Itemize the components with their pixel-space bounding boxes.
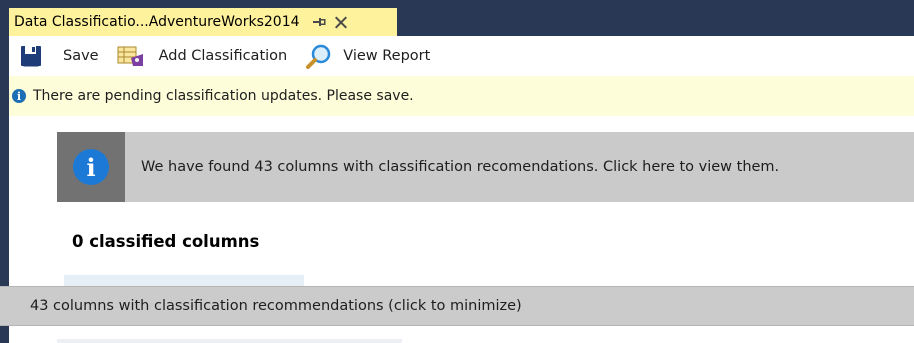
magnifier-icon <box>305 44 331 69</box>
info-icon: i <box>73 149 109 185</box>
document-tab[interactable]: Data Classificatio...AdventureWorks2014 <box>9 8 397 36</box>
recommendations-grid-header <box>57 339 402 343</box>
save-button[interactable]: Save <box>19 41 99 71</box>
toolbar: Save Add Classification View Report <box>9 36 914 76</box>
view-report-label: View Report <box>343 48 431 64</box>
classified-columns-heading: 0 classified columns <box>72 232 260 251</box>
info-icon: i <box>12 89 26 103</box>
add-classification-label: Add Classification <box>158 48 288 64</box>
data-classification-document: Save Add Classification View Report i Th… <box>0 36 914 343</box>
add-classification-button[interactable]: Add Classification <box>117 41 288 71</box>
pending-updates-infobar: i There are pending classification updat… <box>9 76 914 116</box>
close-icon[interactable] <box>334 15 348 29</box>
view-report-button[interactable]: View Report <box>305 41 430 71</box>
recommendations-panel-label: 43 columns with classification recommend… <box>30 298 522 314</box>
banner-message: We have found 43 columns with classifica… <box>141 159 780 175</box>
banner-icon-box: i <box>57 132 125 202</box>
save-label: Save <box>63 48 99 64</box>
tab-title: Data Classificatio...AdventureWorks2014 <box>14 14 300 30</box>
pin-icon[interactable] <box>312 15 326 29</box>
recommendations-panel-header[interactable]: 43 columns with classification recommend… <box>0 286 914 326</box>
infobar-message: There are pending classification updates… <box>33 88 414 104</box>
add-classification-icon <box>117 44 143 68</box>
recommendations-banner[interactable]: i We have found 43 columns with classifi… <box>57 132 914 202</box>
save-icon <box>19 44 43 68</box>
